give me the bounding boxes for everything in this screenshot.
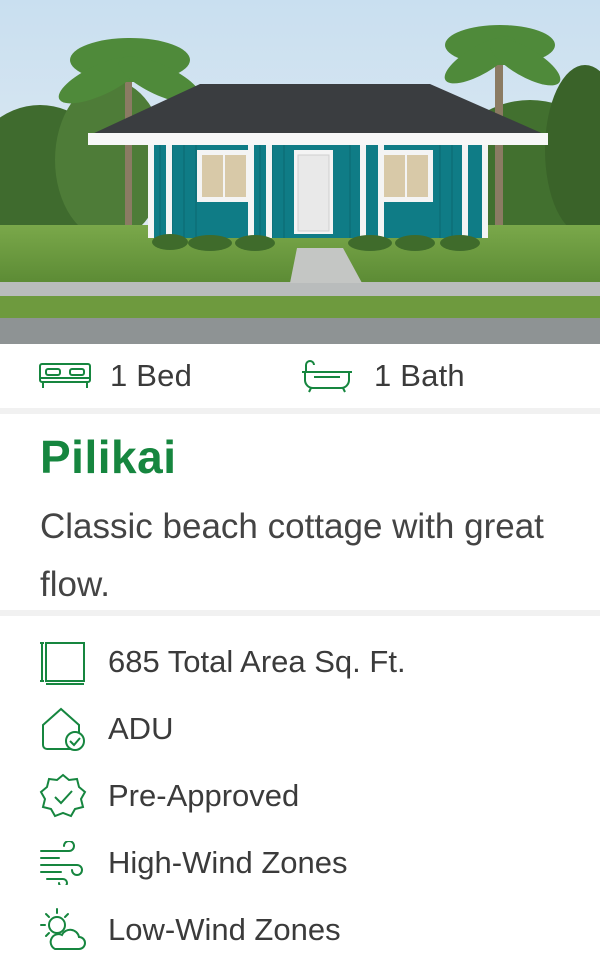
feature-pre-approved: Pre-Approved [0, 762, 600, 829]
feature-low-wind: Low-Wind Zones [0, 896, 600, 963]
feature-label: Pre-Approved [108, 777, 300, 813]
beds-spec: 1 Bed [38, 358, 300, 394]
baths-label: 1 Bath [374, 358, 465, 393]
beds-label: 1 Bed [110, 358, 193, 393]
wind-icon [38, 838, 88, 888]
sun-cloud-icon [38, 905, 88, 955]
bed-bath-row: 1 Bed 1 Bath [0, 344, 600, 414]
feature-adu: ADU [0, 695, 600, 762]
home-listing-card[interactable]: 1 Bed 1 Bath Pilikai Classic beach cotta… [0, 0, 600, 975]
listing-description: Classic beach cottage with great flow. [40, 507, 544, 604]
feature-total-area: 685 Total Area Sq. Ft. [0, 628, 600, 695]
feature-label: High-Wind Zones [108, 844, 348, 880]
feature-label: Low-Wind Zones [108, 911, 341, 947]
feature-label: 685 Total Area Sq. Ft. [108, 643, 406, 679]
house-check-icon [38, 704, 88, 754]
bathtub-icon [300, 360, 354, 393]
feature-high-wind: High-Wind Zones [0, 829, 600, 896]
listing-summary: Pilikai Classic beach cottage with great… [0, 414, 600, 616]
listing-title[interactable]: Pilikai [40, 430, 560, 484]
baths-spec: 1 Bath [300, 358, 465, 394]
house-photo[interactable] [0, 0, 600, 344]
badge-check-icon [38, 771, 88, 821]
bed-icon [38, 361, 92, 391]
floor-plan-icon [38, 637, 88, 687]
feature-list: 685 Total Area Sq. Ft. ADU Pre-Approved [0, 616, 600, 963]
feature-label: ADU [108, 710, 174, 746]
